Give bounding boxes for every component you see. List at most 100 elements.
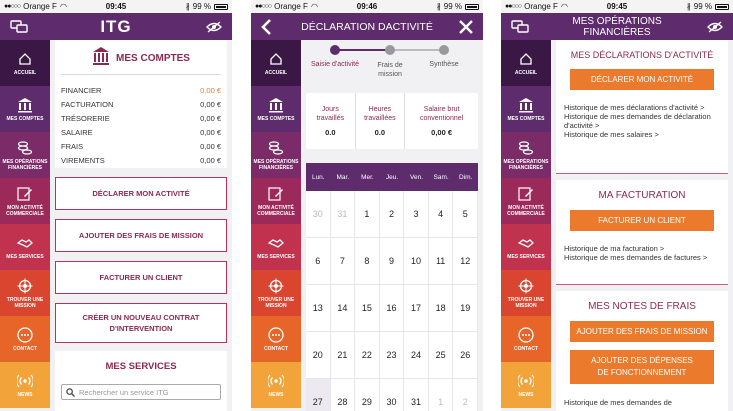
calendar-day[interactable]: 11	[428, 238, 454, 285]
declare-activity-button[interactable]: DÉCLARER MON ACTIVITÉ	[570, 69, 714, 90]
sidebar-item[interactable]: ACCUEIL	[0, 40, 50, 86]
account-row[interactable]: FACTURATION 0,00 €	[55, 97, 227, 111]
calendar-day[interactable]: 24	[404, 332, 429, 379]
history-link[interactable]: Historique de mes déclarations d'activit…	[564, 103, 720, 112]
account-row[interactable]: VIREMENTS 0,00 €	[55, 153, 227, 167]
calendar-day[interactable]: 10	[404, 238, 429, 285]
app-logo: ITG	[100, 16, 132, 36]
chat-bubbles-icon[interactable]	[10, 13, 28, 40]
calendar-day[interactable]: 29	[355, 379, 380, 411]
sidebar-item[interactable]: MES SERVICES	[0, 224, 50, 270]
status-bar: ●●○○○ Orange F ◠ 09:46 ∦ 99 %	[251, 0, 483, 13]
summary-cell: Heures travaillées 0.0	[356, 93, 406, 149]
sidebar-item[interactable]: CONTACT	[0, 316, 50, 362]
calendar-day[interactable]: 17	[404, 285, 429, 332]
calendar-days: 30 31 1 2 3 4 5 6 7 8 9 10 11 12 13 14 15 16 17 18 19 20 21 22 2…	[306, 191, 478, 411]
sidebar-item[interactable]: TROUVER UNE MISSION	[251, 270, 301, 316]
hide-balance-icon[interactable]	[206, 13, 222, 40]
calendar-day[interactable]: 25	[428, 332, 454, 379]
sidebar-item[interactable]: MES OPÉRATIONS FINANCIÈRES	[251, 132, 301, 178]
step-dot[interactable]	[439, 45, 449, 55]
back-arrow-icon[interactable]	[261, 13, 273, 40]
history-link[interactable]: Historique de ma facturation >	[564, 244, 720, 253]
close-icon[interactable]	[459, 13, 473, 40]
accounts-header: MES COMPTES	[55, 44, 227, 72]
calendar-day[interactable]: 31	[330, 191, 356, 238]
calendar-day[interactable]: 2	[453, 379, 478, 411]
battery-label: 99 %	[693, 2, 712, 11]
sidebar-item[interactable]: MES COMPTES	[0, 86, 50, 132]
new-contract-button[interactable]: CRÉER UN NOUVEAU CONTRAT D'INTERVENTION	[55, 303, 227, 343]
history-link[interactable]: Historique de mes demandes de déclaratio…	[564, 112, 720, 130]
account-row[interactable]: FRAIS 0,00 €	[55, 139, 227, 153]
calendar-day[interactable]: 7	[330, 238, 356, 285]
sidebar-item[interactable]: MES COMPTES	[251, 86, 301, 132]
step-dot[interactable]	[385, 45, 395, 55]
calendar-day[interactable]: 6	[306, 238, 331, 285]
calendar-day[interactable]: 15	[355, 285, 380, 332]
account-row[interactable]: TRÉSORERIE 0,00 €	[55, 111, 227, 125]
weekday-label: Sam.	[433, 173, 449, 181]
calendar-day[interactable]: 22	[355, 332, 380, 379]
calendar-day[interactable]: 30	[306, 191, 331, 238]
sidebar-item[interactable]: CONTACT	[251, 316, 301, 362]
invoice-client-button[interactable]: FACTURER UN CLIENT	[55, 261, 227, 294]
history-link[interactable]: Historique de mes salaires >	[564, 130, 720, 139]
hide-balance-icon[interactable]	[707, 13, 723, 40]
sidebar-item[interactable]: TROUVER UNE MISSION	[501, 270, 551, 316]
calendar-day[interactable]: 4	[428, 191, 454, 238]
sidebar-item[interactable]: MES OPÉRATIONS FINANCIÈRES	[501, 132, 551, 178]
sidebar-item[interactable]: MES SERVICES	[251, 224, 301, 270]
calendar-day[interactable]: 13	[306, 285, 331, 332]
calendar-day[interactable]: 2	[379, 191, 405, 238]
calendar-day[interactable]: 26	[453, 332, 478, 379]
sidebar-item[interactable]: CONTACT	[501, 316, 551, 362]
add-mission-expenses-button[interactable]: AJOUTER DES FRAIS DE MISSION	[55, 219, 227, 252]
declare-activity-button[interactable]: DÉCLARER MON ACTIVITÉ	[55, 177, 227, 210]
calendar-day[interactable]: 28	[331, 379, 356, 411]
sidebar-item[interactable]: NEWS	[251, 362, 301, 408]
calendar-day[interactable]: 5	[453, 191, 478, 238]
calendar-day[interactable]: 23	[379, 332, 405, 379]
sidebar-item[interactable]: MON ACTIVITÉ COMMERCIALE	[251, 178, 301, 224]
sidebar-item[interactable]: NEWS	[501, 362, 551, 408]
calendar-day[interactable]: 19	[453, 285, 478, 332]
sidebar-item-label: MON ACTIVITÉ COMMERCIALE	[6, 204, 44, 217]
add-mission-expenses-button[interactable]: AJOUTER DES FRAIS DE MISSION	[570, 321, 714, 342]
calendar-day[interactable]: 18	[428, 285, 454, 332]
history-link[interactable]: Historique de mes demandes de factures >	[564, 253, 720, 262]
sidebar: ACCUEIL MES COMPTES MES OPÉRATIONS FINANCI…	[501, 40, 551, 411]
calendar-day[interactable]: 31	[404, 379, 429, 411]
invoice-client-button[interactable]: FACTURER UN CLIENT	[570, 210, 714, 231]
calendar-day[interactable]: 3	[404, 191, 429, 238]
calendar-day[interactable]: 8	[355, 238, 380, 285]
sidebar-item[interactable]: MON ACTIVITÉ COMMERCIALE	[501, 178, 551, 224]
calendar-day[interactable]: 14	[330, 285, 356, 332]
calendar-day[interactable]: 30	[380, 379, 405, 411]
sidebar-item[interactable]: NEWS	[0, 362, 50, 408]
calendar-day[interactable]: 27	[306, 379, 331, 411]
account-row[interactable]: FINANCIER 0,00 €	[55, 83, 227, 97]
sidebar-item[interactable]: TROUVER UNE MISSION	[0, 270, 50, 316]
weekday-label: Lun.	[311, 173, 325, 181]
sidebar-item[interactable]: ACCUEIL	[251, 40, 301, 86]
sidebar-item[interactable]: MON ACTIVITÉ COMMERCIALE	[0, 178, 50, 224]
calendar-day[interactable]: 20	[306, 332, 331, 379]
sidebar-item[interactable]: MES SERVICES	[501, 224, 551, 270]
calendar-day[interactable]: 21	[330, 332, 356, 379]
sidebar-item[interactable]: MES COMPTES	[501, 86, 551, 132]
service-search-input[interactable]: Rechercher un service ITG	[61, 384, 221, 400]
history-link[interactable]: Historique de mes demandes de	[564, 398, 720, 407]
calendar-day[interactable]: 9	[379, 238, 405, 285]
chat-bubbles-icon[interactable]	[511, 13, 529, 40]
sidebar-item[interactable]: MES OPÉRATIONS FINANCIÈRES	[0, 132, 50, 178]
calendar-day[interactable]: 12	[453, 238, 478, 285]
calendar-day[interactable]: 1	[429, 379, 454, 411]
add-operating-expenses-button[interactable]: AJOUTER DES DÉPENSES DE FONCTIONNEMENT	[570, 350, 714, 384]
step-dot-active[interactable]	[330, 45, 340, 55]
sidebar-item[interactable]: ACCUEIL	[501, 40, 551, 86]
account-row[interactable]: SALAIRE 0,00 €	[55, 125, 227, 139]
calendar-day[interactable]: 1	[355, 191, 380, 238]
calendar-weekdays: Lun. Mar. Mer. Jeu. Ven. Sam. Dim.	[306, 163, 478, 191]
calendar-day[interactable]: 16	[379, 285, 405, 332]
